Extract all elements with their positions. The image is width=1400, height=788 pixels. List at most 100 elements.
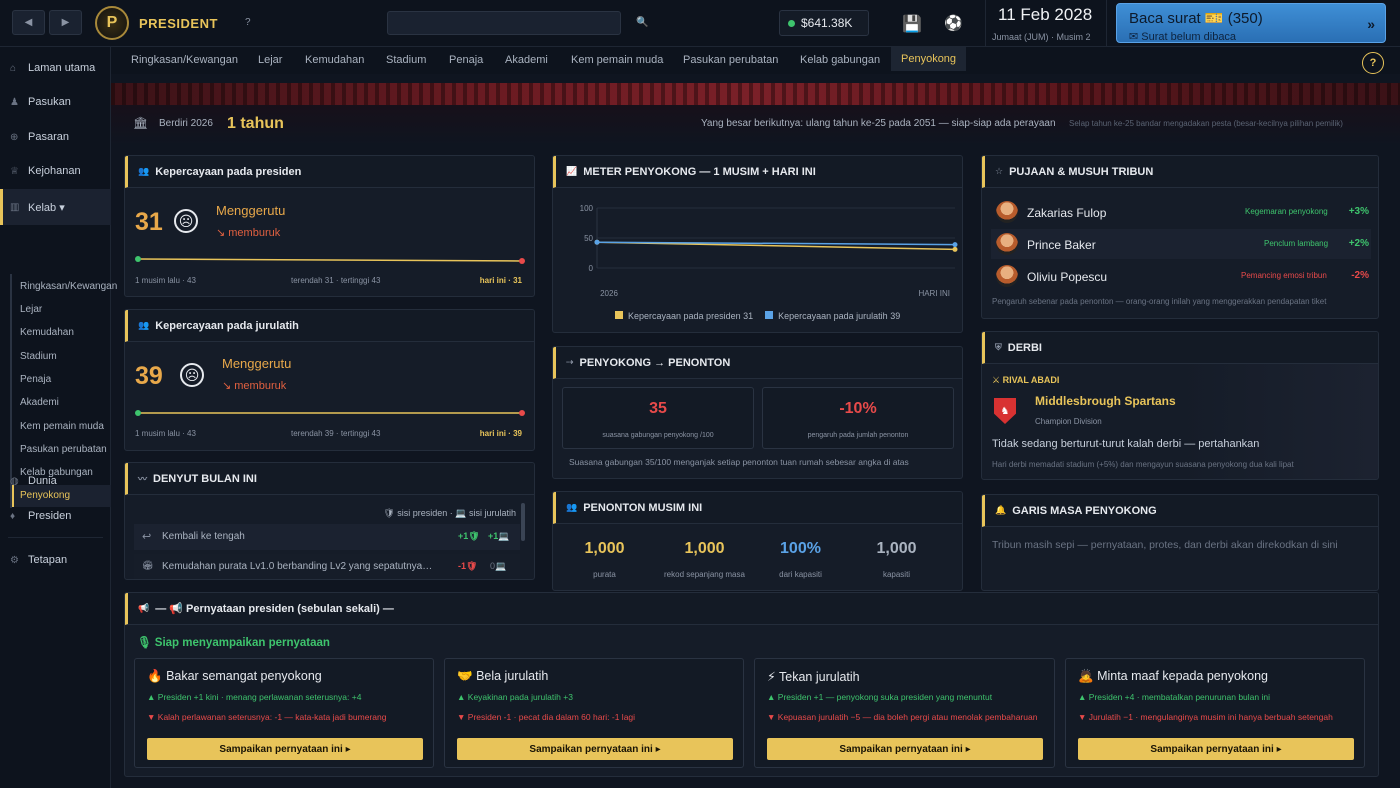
search-icon[interactable]: 🔍 <box>636 17 648 28</box>
help-button[interactable]: ? <box>1362 52 1384 74</box>
tab-affiliates[interactable]: Kelab gabungan <box>800 54 880 66</box>
submenu-item[interactable]: Stadium <box>20 351 57 362</box>
deliver-statement-button[interactable]: Sampaikan pernyataan ini ▸ <box>457 738 733 760</box>
derby-status: Tidak sedang berturut-turut kalah derbi … <box>992 438 1260 450</box>
balance-display[interactable]: $641.38K <box>779 10 869 36</box>
save-icon[interactable]: 💾 <box>902 14 922 33</box>
deliver-statement-button[interactable]: Sampaikan pernyataan ini ▸ <box>767 738 1043 760</box>
trend-today: hari ini · 31 <box>479 276 522 285</box>
pulse-row[interactable]: 🏟 Kemudahan purata Lv1.0 berbanding Lv2 … <box>134 554 520 579</box>
trust-sparkline <box>135 410 525 416</box>
tab-stadium[interactable]: Stadium <box>386 54 426 66</box>
idol-row[interactable]: Prince Baker Penclum lambang +2% <box>991 229 1371 259</box>
building-icon: 🏛 <box>133 116 149 130</box>
statement-option[interactable]: 🙇 Minta maaf kepada penyokong ▲ Presiden… <box>1065 658 1365 768</box>
scrollbar[interactable] <box>521 503 525 541</box>
card-title: Kepercayaan pada jurulatih <box>155 319 299 332</box>
player-impact: +2% <box>1348 238 1369 249</box>
date-panel[interactable]: 11 Feb 2028 Jumaat (JUM) · Musim 2 <box>985 0 1107 47</box>
conversion-note: Suasana gabungan 35/100 menganjak setiap… <box>569 457 909 467</box>
statement-downside: ▼ Jurulatih −1 · mengulanginya musim ini… <box>1078 712 1333 722</box>
idol-row[interactable]: Oliviu Popescu Pemancing emosi tribun -2… <box>991 261 1371 291</box>
tab-facilities[interactable]: Kemudahan <box>305 54 364 66</box>
statement-option[interactable]: ⚡ Tekan jurulatih ▲ Presiden +1 — penyok… <box>754 658 1055 768</box>
submenu-item[interactable]: Lejar <box>20 304 42 315</box>
attendance-effect-value: -10% <box>839 400 877 417</box>
star-icon: ☆ <box>995 166 1004 176</box>
submenu-item[interactable]: Akademi <box>20 397 59 408</box>
pulse-legend: 🛡 sisi presiden · 💻 sisi jurulatih <box>383 508 516 518</box>
squad-icon: ♟ <box>10 96 19 108</box>
sidebar-item-squad[interactable]: ♟ Pasukan <box>0 91 111 113</box>
submenu-item[interactable]: Ringkasan/Kewangan <box>20 281 117 292</box>
deliver-statement-button[interactable]: Sampaikan pernyataan ini ▸ <box>147 738 423 760</box>
founded-label: Berdiri 2026 <box>159 118 213 129</box>
statement-option[interactable]: 🔥 Bakar semangat penyokong ▲ Presiden +1… <box>134 658 434 768</box>
read-mail-button[interactable]: Baca surat 🎫 (350) ✉ Surat belum dibaca … <box>1116 3 1386 43</box>
statement-title: 🔥 Bakar semangat penyokong <box>147 669 322 684</box>
attendance-effect-label: pengaruh pada jumlah penonton <box>807 432 909 439</box>
sidebar-item-competitions[interactable]: ♕ Kejohanan <box>0 160 111 182</box>
coach-trust-value: 39 <box>135 362 163 390</box>
statement-option[interactable]: 🤝 Bela jurulatih ▲ Keyakinan pada jurula… <box>444 658 744 768</box>
back-button[interactable]: ◀ <box>12 10 45 35</box>
conversion-card: ⇢ PENYOKONG → PENONTON 35 suasana gabunga… <box>552 346 963 479</box>
legend-label: Kepercayaan pada presiden 31 <box>628 311 754 321</box>
card-title: METER PENYOKONG — 1 MUSIM + HARI INI <box>583 165 816 178</box>
submenu-item[interactable]: Kemudahan <box>20 327 74 338</box>
sidebar-item-market[interactable]: ⊕ Pasaran <box>0 126 111 148</box>
sidebar-item-club[interactable]: ▥ Kelab ▾ <box>0 189 111 225</box>
sidebar-item-home[interactable]: ⌂ Laman utama <box>0 57 111 79</box>
idol-row[interactable]: Zakarias Fulop Kegemaran penyokong +3% <box>991 197 1371 227</box>
megaphone-icon: 📢 <box>138 603 150 613</box>
tab-youth-camp[interactable]: Kem pemain muda <box>571 54 663 66</box>
attendance-capacity-pct: 100% <box>780 540 821 557</box>
rival-name[interactable]: Middlesbrough Spartans <box>1035 394 1176 408</box>
submenu-item[interactable]: Pasukan perubatan <box>20 444 107 455</box>
statement-upside: ▲ Keyakinan pada jurulatih +3 <box>457 692 573 702</box>
submenu-item[interactable]: Penaja <box>20 374 51 385</box>
player-tag: Penclum lambang <box>1264 239 1329 248</box>
trend-range: terendah 31 · tertinggi 43 <box>291 276 381 285</box>
club-logo[interactable]: P <box>95 6 129 40</box>
player-impact: -2% <box>1351 270 1369 281</box>
ready-label: 🎙 Siap menyampaikan pernyataan <box>137 637 330 649</box>
statement-downside: ▼ Kepuasan jurulatih −5 — dia boleh perg… <box>767 712 1038 722</box>
club-tabs: Ringkasan/Kewangan Lejar Kemudahan Stadi… <box>111 47 1400 74</box>
season-label: Jumaat (JUM) · Musim 2 <box>992 32 1091 42</box>
trend-label: ↘ memburuk <box>216 227 281 239</box>
pulse-row[interactable]: ↩ Kembali ke tengah +1🛡 +1💻 <box>134 524 520 550</box>
tab-ledger[interactable]: Lejar <box>258 54 282 66</box>
atmosphere-stat: 35 suasana gabungan penyokong /100 <box>562 387 754 449</box>
tab-summary[interactable]: Ringkasan/Kewangan <box>131 54 238 66</box>
statement-title: ⚡ Tekan jurulatih <box>767 669 860 684</box>
deliver-statement-button[interactable]: Sampaikan pernyataan ini ▸ <box>1078 738 1354 760</box>
y-tick-label: 50 <box>584 234 593 243</box>
help-icon[interactable]: ? <box>245 17 251 28</box>
tab-sponsors[interactable]: Penaja <box>449 54 483 66</box>
statement-title-text: Bela jurulatih <box>476 669 549 683</box>
rival-crest-icon: ♞ <box>994 398 1016 424</box>
forward-button[interactable]: ▶ <box>49 10 82 35</box>
card-title: PENYOKONG → PENONTON <box>579 356 731 369</box>
x-tick-label: 2026 <box>600 289 618 298</box>
frown-icon: ☹ <box>180 363 204 387</box>
card-title: — 📢 Pernyataan presiden (sebulan sekali)… <box>155 603 394 615</box>
people-icon: 👥 <box>138 166 150 176</box>
president-trust-value: 31 <box>135 208 163 236</box>
card-title: DENYUT BULAN INI <box>153 472 257 485</box>
match-icon[interactable]: ⚽ <box>944 14 963 32</box>
data-point <box>952 242 958 248</box>
avatar <box>996 265 1018 287</box>
avatar <box>996 233 1018 255</box>
tab-medical[interactable]: Pasukan perubatan <box>683 54 778 66</box>
sidebar-item-world[interactable]: ◍ Dunia <box>0 470 111 492</box>
sidebar-item-president[interactable]: ♦ Presiden <box>0 505 111 527</box>
tab-supporters[interactable]: Penyokong <box>891 47 967 71</box>
submenu-item[interactable]: Kem pemain muda <box>20 421 104 432</box>
brand-title: PRESIDENT <box>139 16 218 31</box>
sidebar-item-settings[interactable]: ⚙ Tetapan <box>0 549 111 571</box>
search-input[interactable] <box>387 11 621 35</box>
statement-upside: ▲ Presiden +1 kini · menang perlawanan s… <box>147 692 362 702</box>
tab-academy[interactable]: Akademi <box>505 54 548 66</box>
